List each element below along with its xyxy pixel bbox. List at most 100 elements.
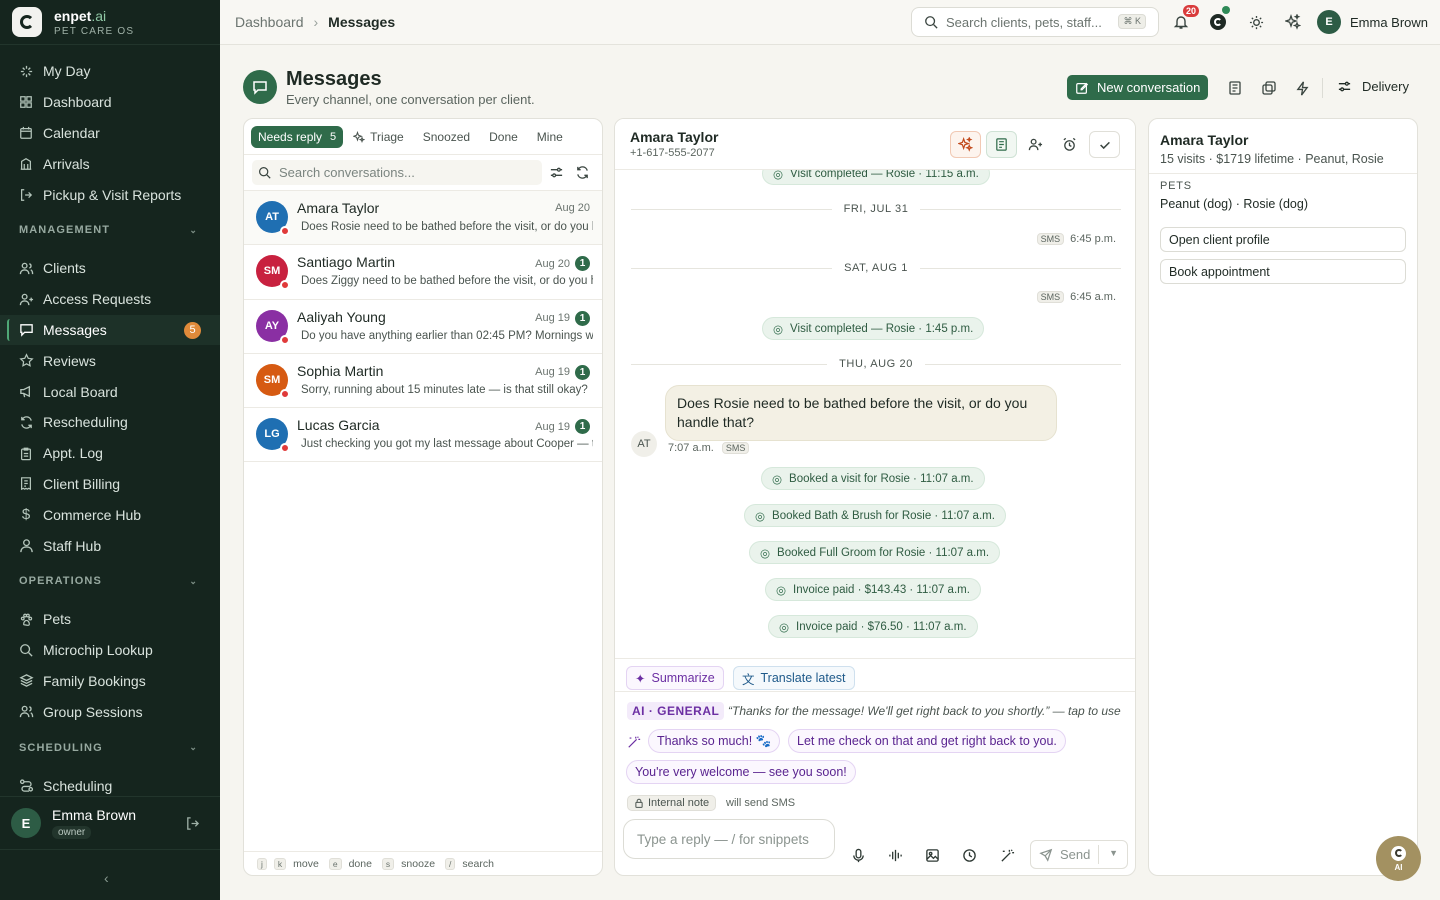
sidebar-item-local-board[interactable]: Local Board xyxy=(0,376,220,407)
day-separator: SAT, AUG 1 xyxy=(631,261,1121,275)
summarize-button[interactable]: ✦ Summarize xyxy=(626,666,724,690)
user-menu[interactable]: E Emma Brown xyxy=(1317,10,1428,34)
chevron-down-icon: ⌄ xyxy=(189,742,198,753)
bolt-icon[interactable] xyxy=(1292,78,1312,98)
breadcrumb-current: Messages xyxy=(328,14,396,30)
internal-note-toggle[interactable]: Internal note xyxy=(627,795,717,811)
sidebar-item-messages[interactable]: Messages 5 xyxy=(0,314,220,346)
sidebar-item-microchip-lookup[interactable]: Microchip Lookup xyxy=(0,635,220,666)
reply-input[interactable]: Type a reply — / for snippets xyxy=(623,819,835,859)
sidebar-user[interactable]: E Emma Brown owner xyxy=(0,796,220,850)
translate-button[interactable]: 文 Translate latest xyxy=(733,666,855,690)
breadcrumb: Dashboard › Messages xyxy=(235,14,395,30)
tab-triage[interactable]: Triage xyxy=(353,130,404,144)
ai-category-badge: AI · GENERAL xyxy=(627,702,725,720)
sidebar-item-staff-hub[interactable]: Staff Hub xyxy=(0,530,220,561)
shortcut-hint: ⌘ K xyxy=(1118,14,1146,29)
quick-reply-chip[interactable]: Let me check on that and get right back … xyxy=(788,729,1066,753)
sidebar-item-appt-log[interactable]: Appt. Log xyxy=(0,438,220,469)
conversation-item[interactable]: LG Lucas Garcia Aug 19 1 Just checking yo… xyxy=(244,408,602,463)
sidebar-item-label: Arrivals xyxy=(43,155,90,172)
hint-key: / xyxy=(445,857,456,870)
collapse-sidebar-icon[interactable]: ‹ xyxy=(104,870,109,886)
sidebar-item-client-billing[interactable]: Client Billing xyxy=(0,469,220,500)
section-management[interactable]: MANAGEMENT ⌄ xyxy=(0,214,220,247)
logout-icon[interactable] xyxy=(185,816,200,831)
send-button[interactable]: Send ▼ xyxy=(1030,840,1128,869)
dollar-icon: $ xyxy=(21,506,31,524)
magic-wand-icon[interactable] xyxy=(996,844,1018,866)
waveform-icon[interactable] xyxy=(884,844,906,866)
conversation-item[interactable]: AY Aaliyah Young Aug 19 1 Do you have any… xyxy=(244,300,602,354)
tab-label: Mine xyxy=(536,129,563,144)
brand[interactable]: enpet.ai PET CARE OS xyxy=(0,0,220,45)
filter-icon[interactable] xyxy=(549,165,564,180)
sidebar-item-family-bookings[interactable]: Family Bookings xyxy=(0,666,220,697)
check-circle-icon: ◎ xyxy=(772,473,783,486)
tab-snoozed[interactable]: Snoozed xyxy=(423,130,470,144)
tab-needs-reply[interactable]: Needs reply 5 xyxy=(251,125,344,148)
quick-reply-chip[interactable]: You're very welcome — see you soon! xyxy=(626,760,856,784)
delivery-label: Delivery xyxy=(1362,79,1409,94)
enpet-logo-icon[interactable] xyxy=(1208,6,1230,32)
tab-mine[interactable]: Mine xyxy=(537,130,563,144)
sun-icon[interactable] xyxy=(1246,12,1266,32)
sidebar-item-rescheduling[interactable]: Rescheduling xyxy=(0,407,220,438)
tab-done[interactable]: Done xyxy=(489,130,518,144)
client-stats: 15 visits · $1719 lifetime · Peanut, Ros… xyxy=(1160,152,1384,166)
microphone-icon[interactable] xyxy=(847,844,869,866)
conversation-search-input[interactable]: Search conversations... xyxy=(252,160,542,185)
user-plus-icon xyxy=(18,291,34,307)
hint-key: e xyxy=(328,857,342,870)
conversation-preview: Does Ziggy need to be bathed before the … xyxy=(301,275,593,288)
sidebar-item-pickup-reports[interactable]: Pickup & Visit Reports xyxy=(0,179,220,210)
sparkle-icon xyxy=(18,63,34,79)
day-label: THU, AUG 20 xyxy=(839,358,913,370)
unread-dot xyxy=(280,443,290,454)
megaphone-icon xyxy=(18,384,34,400)
event-text: Invoice paid · $143.43 · 11:07 a.m. xyxy=(793,583,970,596)
alarm-clock-icon[interactable] xyxy=(1054,131,1085,158)
sidebar-item-reviews[interactable]: Reviews xyxy=(0,345,220,376)
image-icon[interactable] xyxy=(921,844,943,866)
sidebar-item-calendar[interactable]: Calendar xyxy=(0,118,220,149)
section-scheduling[interactable]: SCHEDULING ⌄ xyxy=(0,731,220,764)
clock-icon[interactable] xyxy=(958,844,980,866)
templates-icon[interactable] xyxy=(986,131,1017,158)
conversation-item[interactable]: SM Santiago Martin Aug 20 1 Does Ziggy ne… xyxy=(244,245,602,300)
copy-icon[interactable] xyxy=(1259,78,1279,98)
sidebar-item-group-sessions[interactable]: Group Sessions xyxy=(0,696,220,727)
ai-assist-button[interactable] xyxy=(950,131,981,158)
sidebar-item-clients[interactable]: Clients xyxy=(0,253,220,284)
sparkles-icon[interactable] xyxy=(1283,12,1303,32)
book-appointment-button[interactable]: Book appointment xyxy=(1160,259,1406,284)
global-search-input[interactable]: Search clients, pets, staff... ⌘ K xyxy=(911,7,1159,37)
search-placeholder: Search clients, pets, staff... xyxy=(946,14,1102,30)
unread-dot xyxy=(280,226,290,236)
templates-icon[interactable] xyxy=(1225,78,1245,98)
conversation-date: Aug 19 1 xyxy=(535,310,590,326)
sidebar-item-pets[interactable]: Pets xyxy=(0,604,220,635)
sidebar-item-access-requests[interactable]: Access Requests xyxy=(0,284,220,315)
sidebar-item-label: Staff Hub xyxy=(43,537,102,554)
sidebar-item-my-day[interactable]: My Day xyxy=(0,56,220,87)
conversation-item[interactable]: AT Amara Taylor Aug 20 Does Rosie need t… xyxy=(244,191,602,246)
breadcrumb-dashboard[interactable]: Dashboard xyxy=(235,14,304,30)
section-operations[interactable]: OPERATIONS ⌄ xyxy=(0,565,220,598)
sidebar-item-commerce-hub[interactable]: $ Commerce Hub xyxy=(0,499,220,530)
new-conversation-button[interactable]: New conversation xyxy=(1067,75,1209,100)
mark-done-button[interactable] xyxy=(1089,131,1120,158)
refresh-icon[interactable] xyxy=(575,165,590,180)
ai-assistant-button[interactable]: AI xyxy=(1376,836,1421,881)
quick-reply-chip[interactable]: Thanks so much! 🐾 xyxy=(648,729,781,753)
assign-user-icon[interactable] xyxy=(1020,131,1051,158)
delivery-button[interactable]: Delivery xyxy=(1337,79,1409,94)
ai-suggested-reply[interactable]: “Thanks for the message! We'll get right… xyxy=(728,704,1126,718)
conversation-item[interactable]: SM Sophia Martin Aug 19 1 Sorry, running … xyxy=(244,354,602,409)
sidebar-item-dashboard[interactable]: Dashboard xyxy=(0,87,220,118)
search-icon xyxy=(18,642,34,658)
ai-label: AI xyxy=(1394,862,1403,872)
open-client-profile-button[interactable]: Open client profile xyxy=(1160,227,1406,252)
sidebar-item-arrivals[interactable]: Arrivals xyxy=(0,148,220,179)
chevron-down-icon[interactable]: ▼ xyxy=(1109,848,1118,858)
